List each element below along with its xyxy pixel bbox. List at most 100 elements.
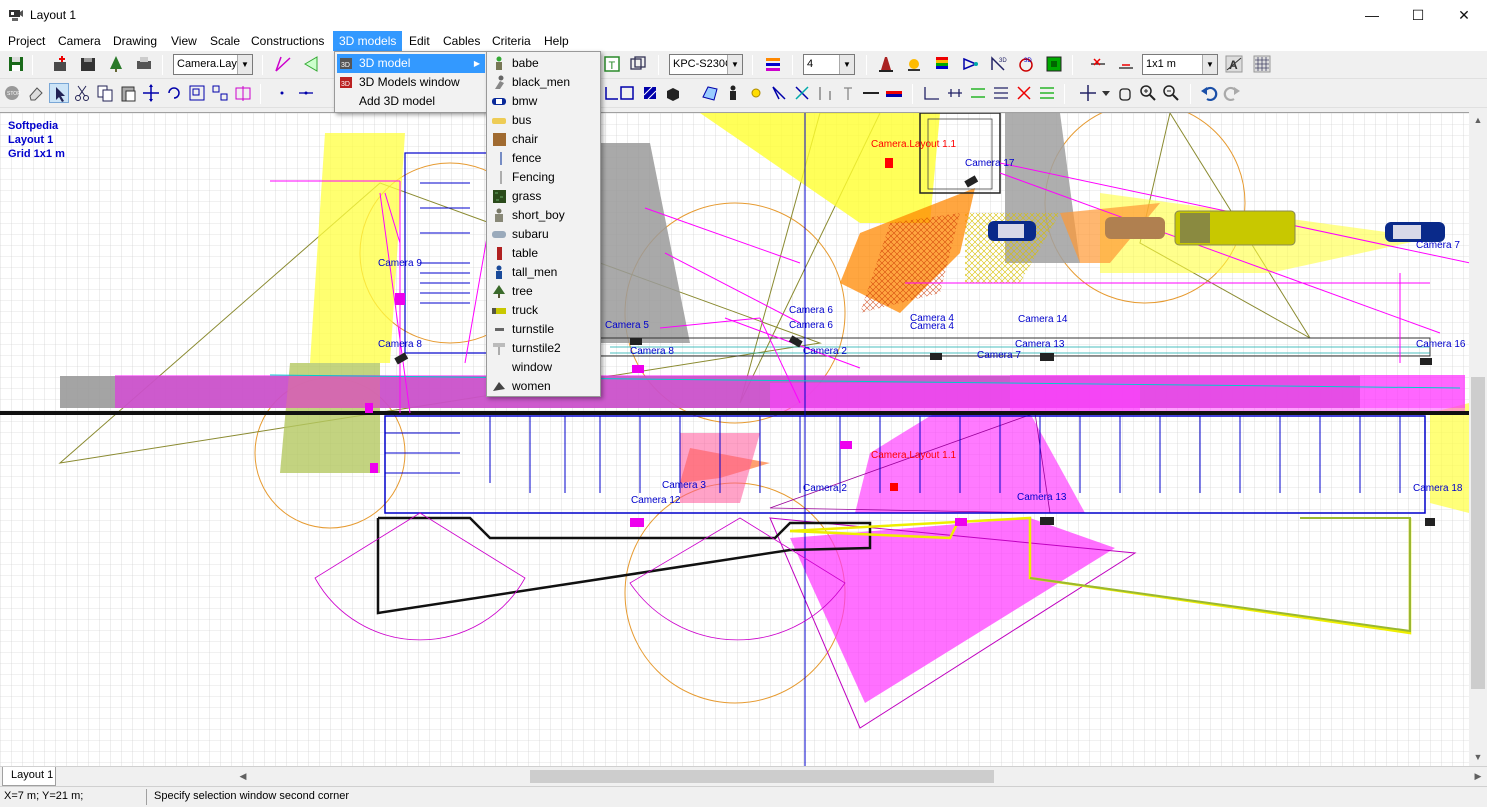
3d-rotate-icon[interactable]: 3D bbox=[1016, 54, 1036, 74]
dimension-tool-icon[interactable] bbox=[1088, 54, 1108, 74]
zoom-out-icon[interactable] bbox=[1161, 83, 1181, 103]
new-layout-icon[interactable] bbox=[50, 54, 70, 74]
model-item-turnstile2[interactable]: turnstile2 bbox=[489, 339, 599, 358]
text-tool-icon[interactable]: T bbox=[602, 54, 622, 74]
close-button[interactable]: ✕ bbox=[1441, 0, 1487, 31]
chevron-down-icon[interactable] bbox=[1096, 83, 1116, 103]
model-item-truck[interactable]: truck bbox=[489, 301, 599, 320]
model-item-bmw[interactable]: bmw bbox=[489, 92, 599, 111]
scroll-left-icon[interactable]: ◀ bbox=[234, 768, 252, 785]
light-tool-icon[interactable] bbox=[904, 54, 924, 74]
model-item-fence[interactable]: fence bbox=[489, 149, 599, 168]
scroll-down-icon[interactable]: ▼ bbox=[1469, 749, 1487, 766]
model-item-short-boy[interactable]: short_boy bbox=[489, 206, 599, 225]
minimize-button[interactable]: — bbox=[1349, 0, 1395, 31]
hand-icon[interactable] bbox=[1115, 83, 1135, 103]
stairs-icon[interactable] bbox=[1037, 83, 1057, 103]
model-item-fencing[interactable]: Fencing bbox=[489, 168, 599, 187]
person-tool-icon[interactable] bbox=[723, 83, 743, 103]
menu-camera[interactable]: Camera bbox=[52, 31, 107, 51]
zoom-in-icon[interactable] bbox=[1138, 83, 1158, 103]
menu-constructions[interactable]: Constructions bbox=[245, 31, 330, 51]
maximize-button[interactable]: ☐ bbox=[1395, 0, 1441, 31]
grid-size-select[interactable]: 1x1 m ▼ bbox=[1142, 54, 1218, 75]
menu-help[interactable]: Help bbox=[538, 31, 575, 51]
mirror-icon[interactable] bbox=[233, 83, 253, 103]
model-item-table[interactable]: table bbox=[489, 244, 599, 263]
menu-cables[interactable]: Cables bbox=[437, 31, 486, 51]
menu-scale[interactable]: Scale bbox=[204, 31, 246, 51]
hatch-tool-icon[interactable] bbox=[640, 83, 660, 103]
move-icon[interactable] bbox=[141, 83, 161, 103]
dim-vertical-icon[interactable] bbox=[945, 83, 965, 103]
scale-icon[interactable] bbox=[187, 83, 207, 103]
signal-icon[interactable] bbox=[960, 54, 980, 74]
color-palette-icon[interactable] bbox=[932, 54, 952, 74]
dim-aligned-icon[interactable] bbox=[968, 83, 988, 103]
light-source-icon[interactable] bbox=[746, 83, 766, 103]
model-item-chair[interactable]: chair bbox=[489, 130, 599, 149]
dim-stack-icon[interactable] bbox=[991, 83, 1011, 103]
save-layout-icon[interactable] bbox=[78, 54, 98, 74]
model-item-tall-men[interactable]: tall_men bbox=[489, 263, 599, 282]
model-item-grass[interactable]: grass bbox=[489, 187, 599, 206]
box-tool-icon[interactable] bbox=[663, 83, 683, 103]
light-direction-icon[interactable] bbox=[769, 83, 789, 103]
model-item-turnstile[interactable]: turnstile bbox=[489, 320, 599, 339]
paste-icon[interactable] bbox=[118, 83, 138, 103]
line-tool-icon[interactable] bbox=[296, 83, 316, 103]
pan-icon[interactable] bbox=[1078, 83, 1098, 103]
model-item-window[interactable]: window bbox=[489, 358, 599, 377]
menu-item-3d-models-window[interactable]: 3D 3D Models window bbox=[337, 73, 485, 92]
print-icon[interactable] bbox=[134, 54, 154, 74]
eraser-icon[interactable] bbox=[26, 83, 46, 103]
measure-tool-icon[interactable] bbox=[1116, 54, 1136, 74]
dim-horizontal-icon[interactable] bbox=[922, 83, 942, 103]
drawing-canvas[interactable]: Softpedia Layout 1 Grid 1x1 m Camera.Lay… bbox=[0, 112, 1469, 766]
pen-tool-icon[interactable] bbox=[876, 54, 896, 74]
grid-toggle-icon[interactable] bbox=[1252, 54, 1272, 74]
select-pointer-icon[interactable] bbox=[49, 83, 69, 103]
horizontal-scroll-thumb[interactable] bbox=[530, 770, 994, 783]
camera-cone-icon[interactable] bbox=[301, 54, 321, 74]
square-tool-icon[interactable] bbox=[617, 83, 637, 103]
model-item-bus[interactable]: bus bbox=[489, 111, 599, 130]
camera-model-select[interactable]: KPC-S230C ▼ bbox=[669, 54, 743, 75]
vertical-scroll-thumb[interactable] bbox=[1471, 377, 1485, 689]
menu-edit[interactable]: Edit bbox=[403, 31, 436, 51]
menu-criteria[interactable]: Criteria bbox=[486, 31, 537, 51]
model-item-women[interactable]: women bbox=[489, 377, 599, 396]
model-item-babe[interactable]: babe bbox=[489, 54, 599, 73]
plan-tool-icon[interactable] bbox=[700, 83, 720, 103]
camera-select[interactable]: Camera.Layo ▼ bbox=[173, 54, 253, 75]
tree-layout-icon[interactable] bbox=[106, 54, 126, 74]
delete-icon[interactable] bbox=[1014, 83, 1034, 103]
wall-icon[interactable] bbox=[884, 83, 904, 103]
horizontal-scrollbar[interactable]: ◀ ▶ bbox=[234, 768, 1487, 785]
model-item-tree[interactable]: tree bbox=[489, 282, 599, 301]
map-view-icon[interactable] bbox=[1044, 54, 1064, 74]
stop-icon[interactable]: STOP bbox=[2, 83, 22, 103]
menu-item-3d-model[interactable]: 3D 3D model ▶ bbox=[337, 54, 485, 73]
save-icon[interactable] bbox=[6, 54, 26, 74]
menu-item-add-3d-model[interactable]: Add 3D model bbox=[337, 92, 485, 111]
text-style-icon[interactable]: A bbox=[1224, 54, 1244, 74]
point-tool-icon[interactable] bbox=[272, 83, 292, 103]
cable-icon[interactable] bbox=[861, 83, 881, 103]
menu-view[interactable]: View bbox=[165, 31, 203, 51]
model-item-black-men[interactable]: black_men bbox=[489, 73, 599, 92]
undo-icon[interactable] bbox=[1199, 83, 1219, 103]
menu-project[interactable]: Project bbox=[2, 31, 51, 51]
array-icon[interactable] bbox=[210, 83, 230, 103]
menu-3d-models[interactable]: 3D models bbox=[333, 31, 403, 51]
cut-icon[interactable] bbox=[72, 83, 92, 103]
number-select[interactable]: 4 ▼ bbox=[803, 54, 855, 75]
color-lines-icon[interactable] bbox=[763, 54, 783, 74]
vertical-scrollbar[interactable]: ▲ ▼ bbox=[1469, 112, 1487, 766]
model-item-subaru[interactable]: subaru bbox=[489, 225, 599, 244]
scroll-right-icon[interactable]: ▶ bbox=[1469, 768, 1487, 785]
redo-icon[interactable] bbox=[1222, 83, 1242, 103]
sightline-icon[interactable] bbox=[792, 83, 812, 103]
menu-drawing[interactable]: Drawing bbox=[107, 31, 163, 51]
scroll-up-icon[interactable]: ▲ bbox=[1469, 112, 1487, 129]
